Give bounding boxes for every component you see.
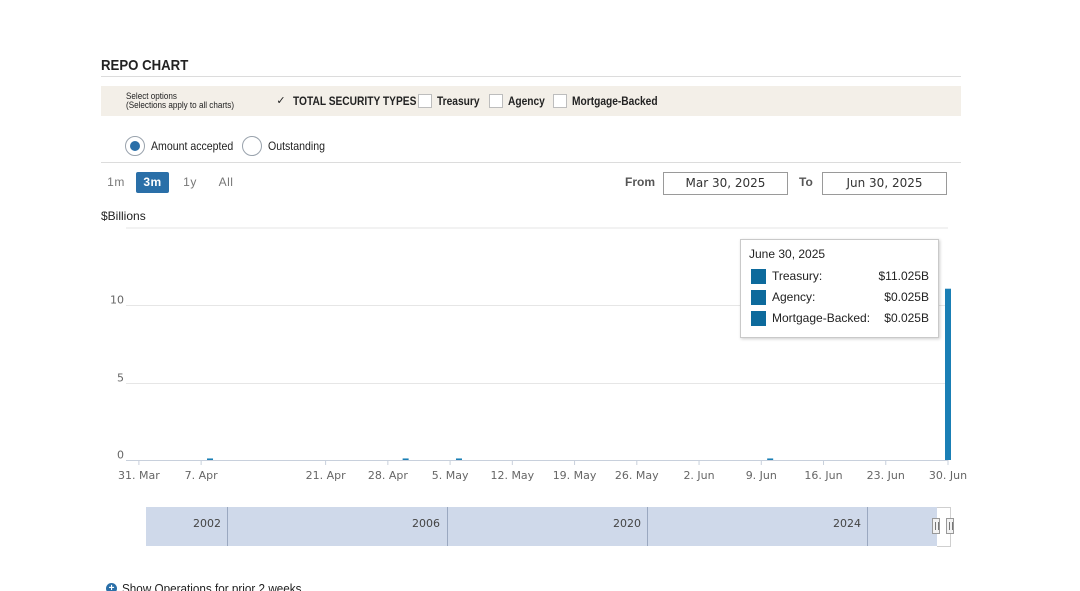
bar bbox=[767, 458, 774, 460]
y-tick-label: 5 bbox=[117, 372, 124, 385]
navigator-left-handle[interactable] bbox=[932, 518, 940, 534]
navigator-right-handle[interactable] bbox=[946, 518, 954, 534]
y-tick-label: 0 bbox=[117, 449, 124, 462]
x-axis-ticks: 31. Mar 7. Apr 21. Apr 28. Apr 5. May 12. May… bbox=[118, 460, 967, 482]
tooltip-row-mortgage-backed: Mortgage-Backed: $0.025B bbox=[751, 310, 929, 326]
data-tooltip: June 30, 2025 Treasury: $11.025B Agency:… bbox=[740, 239, 939, 338]
x-tick-label: 7. Apr bbox=[185, 469, 218, 482]
x-tick-label: 19. May bbox=[553, 469, 597, 482]
tooltip-series-name: Treasury: bbox=[772, 269, 823, 283]
show-operations-label: Show Operations for prior 2 weeks bbox=[122, 581, 302, 591]
bar bbox=[207, 458, 214, 460]
plus-circle-icon: + bbox=[106, 583, 117, 591]
legend-swatch bbox=[751, 269, 766, 284]
legend-swatch bbox=[751, 290, 766, 305]
x-tick-label: 21. Apr bbox=[306, 469, 346, 482]
y-tick-label: 10 bbox=[110, 294, 124, 307]
navigator-year: 2024 bbox=[833, 517, 861, 530]
x-tick-label: 26. May bbox=[615, 469, 659, 482]
x-tick-label: 2. Jun bbox=[683, 469, 714, 482]
bar bbox=[945, 288, 951, 460]
y-axis-ticks: 0 5 10 bbox=[110, 294, 124, 462]
x-tick-label: 5. May bbox=[432, 469, 469, 482]
range-navigator[interactable]: 2002 2006 2020 2024 bbox=[146, 507, 938, 546]
x-tick-label: 23. Jun bbox=[867, 469, 905, 482]
navigator-year: 2006 bbox=[412, 517, 440, 530]
navigator-separator bbox=[447, 507, 448, 546]
show-operations-link[interactable]: + Show Operations for prior 2 weeks bbox=[106, 581, 321, 591]
x-tick-label: 12. May bbox=[490, 469, 534, 482]
navigator-separator bbox=[867, 507, 868, 546]
tooltip-date: June 30, 2025 bbox=[749, 247, 826, 261]
x-tick-label: 16. Jun bbox=[804, 469, 842, 482]
navigator-year: 2002 bbox=[193, 517, 221, 530]
legend-swatch bbox=[751, 311, 766, 326]
x-tick-label: 30. Jun bbox=[929, 469, 967, 482]
x-tick-label: 9. Jun bbox=[746, 469, 777, 482]
tooltip-series-name: Agency: bbox=[772, 290, 816, 304]
tooltip-series-name: Mortgage-Backed: bbox=[772, 311, 871, 325]
bar bbox=[402, 458, 409, 460]
tooltip-series-value: $0.025B bbox=[884, 311, 929, 325]
navigator-separator bbox=[227, 507, 228, 546]
navigator-separator bbox=[647, 507, 648, 546]
tooltip-series-value: $11.025B bbox=[878, 269, 930, 283]
tooltip-row-treasury: Treasury: $11.025B bbox=[751, 268, 929, 284]
tooltip-series-value: $0.025B bbox=[884, 290, 929, 304]
navigator-year: 2020 bbox=[613, 517, 641, 530]
x-tick-label: 28. Apr bbox=[368, 469, 408, 482]
x-tick-label: 31. Mar bbox=[118, 469, 160, 482]
tooltip-row-agency: Agency: $0.025B bbox=[751, 289, 929, 305]
bar bbox=[455, 458, 462, 460]
